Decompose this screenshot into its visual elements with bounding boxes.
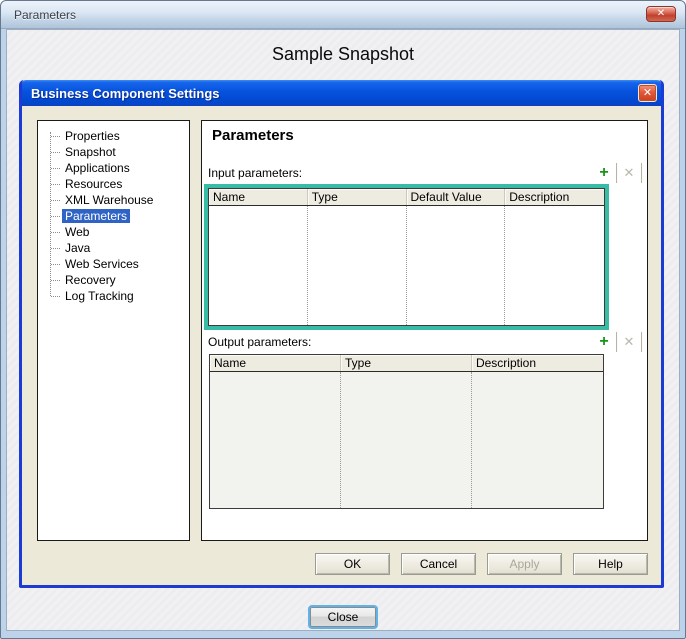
tree-item-log-tracking[interactable]: Log Tracking xyxy=(38,288,189,304)
input-parameters-table[interactable]: Name Type Default Value Description xyxy=(208,188,605,326)
input-column-default-value[interactable]: Default Value xyxy=(407,189,506,205)
tree-item-properties[interactable]: Properties xyxy=(38,128,189,144)
cancel-button[interactable]: Cancel xyxy=(401,553,476,575)
page-title: Sample Snapshot xyxy=(7,44,679,65)
output-column-description[interactable]: Description xyxy=(472,355,603,371)
input-column-description[interactable]: Description xyxy=(505,189,604,205)
dialog-close-button[interactable]: ✕ xyxy=(638,84,657,102)
tree-item-java[interactable]: Java xyxy=(38,240,189,256)
input-table-header: Name Type Default Value Description xyxy=(209,189,604,206)
tree-item-web[interactable]: Web xyxy=(38,224,189,240)
business-component-settings-dialog: Business Component Settings ✕ Properties… xyxy=(19,80,664,588)
dialog-button-row: OK Cancel Apply Help xyxy=(315,553,648,575)
delete-icon: ✕ xyxy=(624,334,635,350)
dialog-titlebar[interactable]: Business Component Settings ✕ xyxy=(22,80,661,106)
apply-button[interactable]: Apply xyxy=(487,553,562,575)
plus-icon: + xyxy=(599,164,608,182)
close-icon: ✕ xyxy=(643,87,652,99)
close-button[interactable]: Close xyxy=(308,605,378,629)
input-table-body[interactable] xyxy=(209,206,604,325)
settings-tree-panel: Properties Snapshot Applications Resourc… xyxy=(37,120,190,541)
delete-output-parameter-button[interactable]: ✕ xyxy=(617,332,642,352)
output-parameters-table[interactable]: Name Type Description xyxy=(209,354,604,509)
settings-tree: Properties Snapshot Applications Resourc… xyxy=(38,121,189,304)
parameters-panel: Parameters Input parameters: + ✕ Name T xyxy=(201,120,648,541)
output-parameters-header: Output parameters: + ✕ xyxy=(208,332,642,352)
tree-item-xml-warehouse[interactable]: XML Warehouse xyxy=(38,192,189,208)
window-title: Parameters xyxy=(14,8,76,22)
input-parameters-table-focus-border: Name Type Default Value Description xyxy=(204,184,609,330)
tree-item-resources[interactable]: Resources xyxy=(38,176,189,192)
panel-title: Parameters xyxy=(212,127,294,144)
delete-icon: ✕ xyxy=(624,165,635,181)
parameters-window: Parameters ✕ Sample Snapshot Business Co… xyxy=(0,0,686,639)
dialog-title: Business Component Settings xyxy=(31,86,220,101)
tree-item-recovery[interactable]: Recovery xyxy=(38,272,189,288)
dialog-body: Properties Snapshot Applications Resourc… xyxy=(22,106,661,585)
close-icon: ✕ xyxy=(657,8,665,19)
delete-input-parameter-button[interactable]: ✕ xyxy=(617,163,642,183)
output-column-type[interactable]: Type xyxy=(341,355,472,371)
output-table-body[interactable] xyxy=(210,372,603,508)
tree-item-web-services[interactable]: Web Services xyxy=(38,256,189,272)
input-column-name[interactable]: Name xyxy=(209,189,308,205)
tree-item-parameters[interactable]: Parameters xyxy=(38,208,189,224)
window-close-button[interactable]: ✕ xyxy=(646,6,676,22)
tree-item-applications[interactable]: Applications xyxy=(38,160,189,176)
input-column-type[interactable]: Type xyxy=(308,189,407,205)
help-button[interactable]: Help xyxy=(573,553,648,575)
tree-item-snapshot[interactable]: Snapshot xyxy=(38,144,189,160)
window-titlebar[interactable]: Parameters ✕ xyxy=(1,1,685,29)
ok-button[interactable]: OK xyxy=(315,553,390,575)
plus-icon: + xyxy=(599,333,608,351)
output-parameters-label: Output parameters: xyxy=(208,335,592,349)
input-parameters-label: Input parameters: xyxy=(208,166,592,180)
input-toolbar: + ✕ xyxy=(592,163,642,183)
input-parameters-header: Input parameters: + ✕ xyxy=(208,163,642,183)
add-input-parameter-button[interactable]: + xyxy=(592,163,617,183)
add-output-parameter-button[interactable]: + xyxy=(592,332,617,352)
output-table-header: Name Type Description xyxy=(210,355,603,372)
output-toolbar: + ✕ xyxy=(592,332,642,352)
output-column-name[interactable]: Name xyxy=(210,355,341,371)
window-client-area: Sample Snapshot Business Component Setti… xyxy=(6,29,680,631)
